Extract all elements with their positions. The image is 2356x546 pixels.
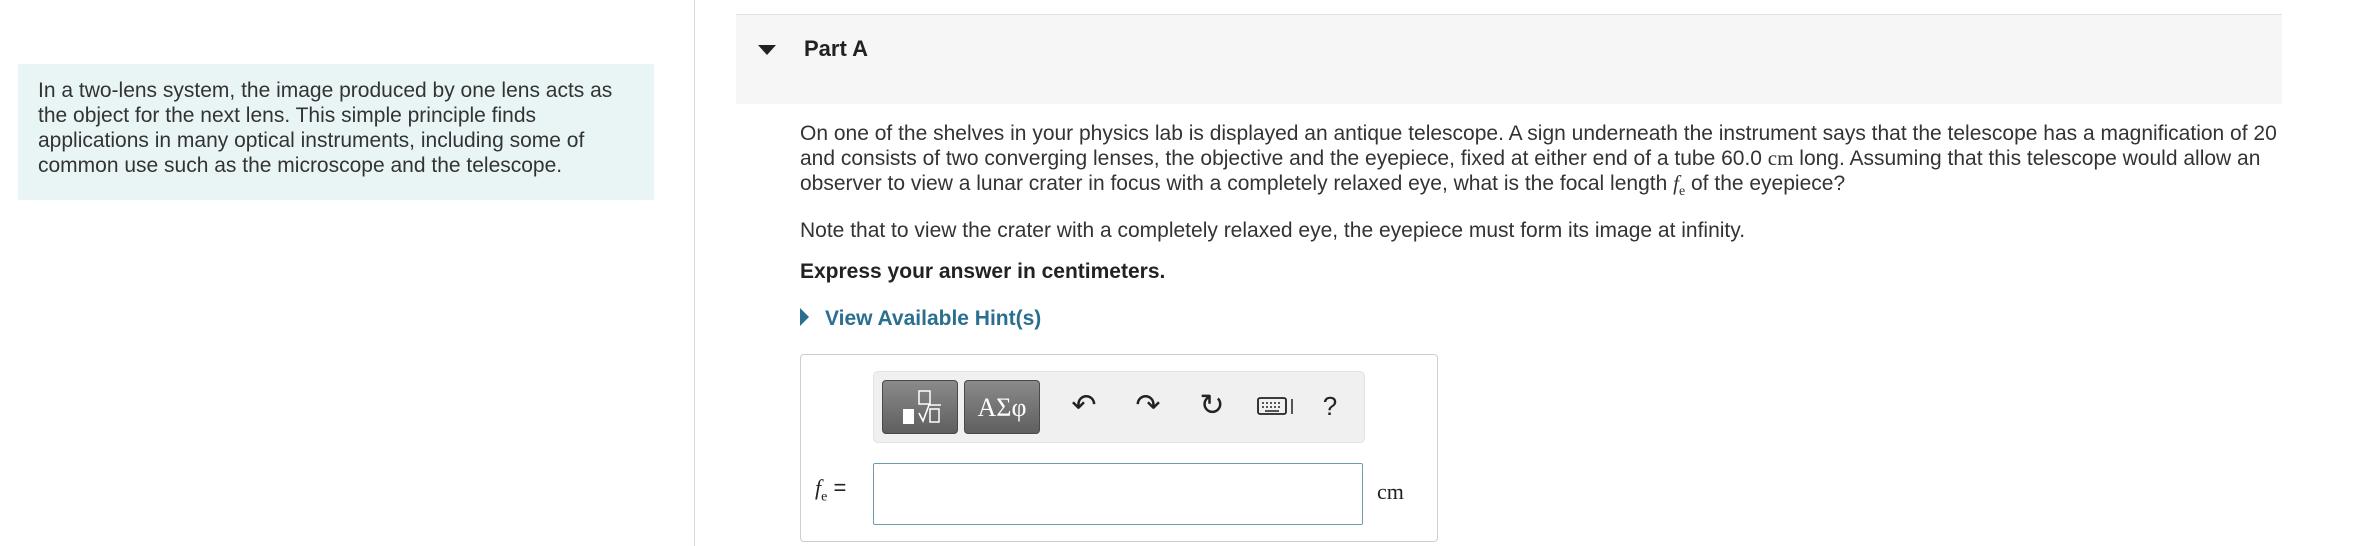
- intro-text: In a two-lens system, the image produced…: [38, 79, 613, 177]
- keyboard-icon[interactable]: [1254, 386, 1294, 426]
- hint-label: View Available Hint(s): [825, 307, 1042, 330]
- part-title: Part A: [804, 36, 868, 61]
- answer-variable-label: fe =: [815, 475, 847, 505]
- help-icon[interactable]: ?: [1310, 386, 1350, 426]
- collapse-caret-icon[interactable]: [758, 45, 776, 55]
- symbols-button[interactable]: ΑΣφ: [964, 380, 1040, 434]
- answer-panel: ΑΣφ ↶ ↷ ↻ ? fe = cm: [800, 354, 1438, 542]
- undo-icon[interactable]: ↶: [1064, 386, 1104, 426]
- answer-input[interactable]: [873, 463, 1363, 525]
- templates-button[interactable]: [882, 380, 958, 434]
- symbols-label: ΑΣφ: [977, 393, 1027, 422]
- question-text: On one of the shelves in your physics la…: [800, 122, 2277, 200]
- part-header[interactable]: Part A: [736, 14, 2282, 104]
- templates-icon: [903, 390, 941, 424]
- note-text: Note that to view the crater with a comp…: [800, 219, 1746, 242]
- expand-caret-icon: [800, 308, 809, 327]
- column-divider: [694, 0, 695, 546]
- math-toolbar: ΑΣφ ↶ ↷ ↻ ?: [873, 371, 1365, 443]
- intro-panel: In a two-lens system, the image produced…: [18, 64, 654, 200]
- instructions-text: Express your answer in centimeters.: [800, 260, 1166, 283]
- view-hints-link[interactable]: View Available Hint(s): [800, 307, 1041, 331]
- reset-icon[interactable]: ↻: [1192, 386, 1232, 426]
- redo-icon[interactable]: ↷: [1128, 386, 1168, 426]
- keyboard-shape: [1257, 397, 1293, 415]
- answer-unit: cm: [1377, 479, 1404, 504]
